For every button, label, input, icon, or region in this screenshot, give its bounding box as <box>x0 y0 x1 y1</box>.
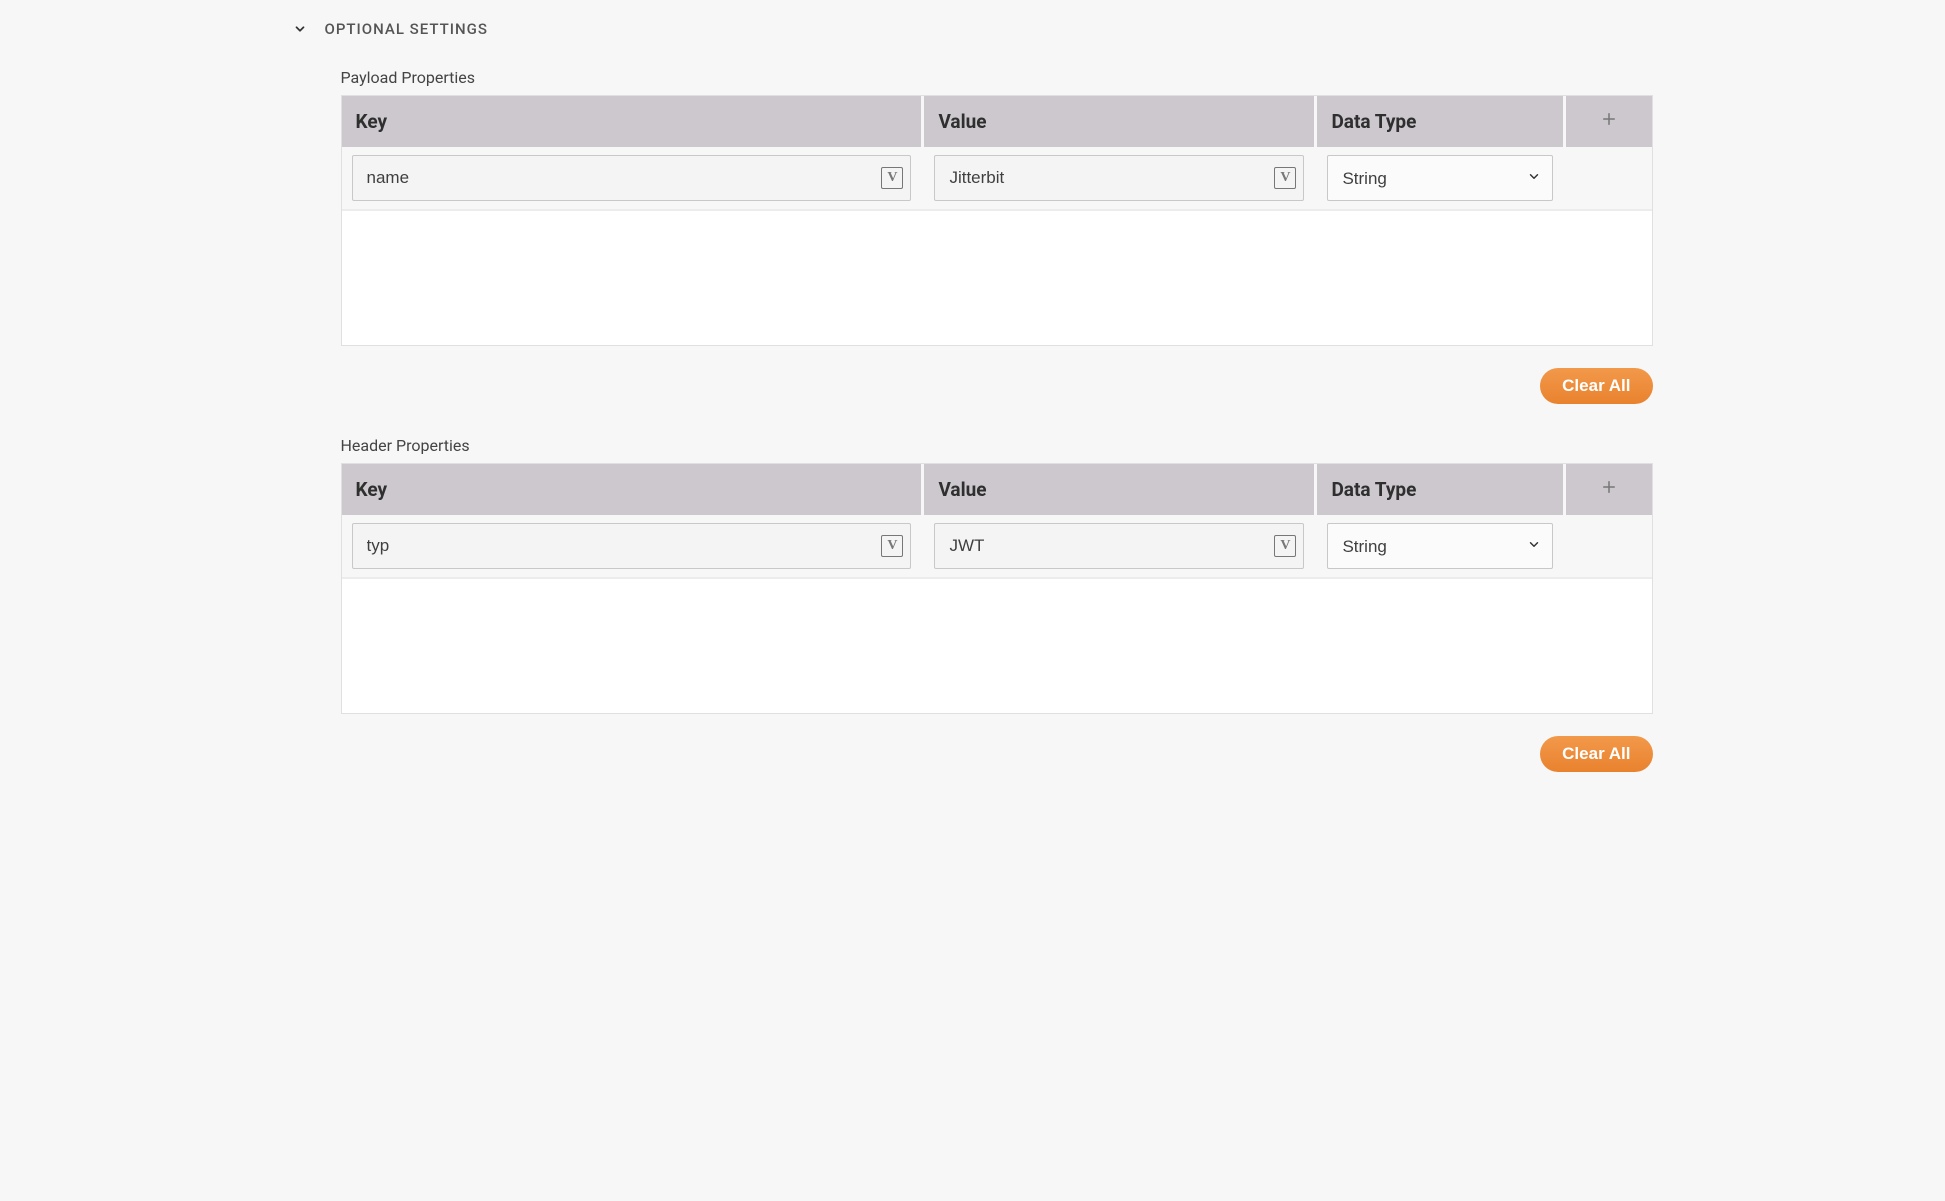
payload-table: Key Value Data Type V <box>341 95 1653 346</box>
header-datatype-select[interactable]: String <box>1327 523 1553 569</box>
variable-icon[interactable]: V <box>1274 535 1296 557</box>
payload-title: Payload Properties <box>341 68 1653 87</box>
payload-datatype-select[interactable]: String <box>1327 155 1553 201</box>
clear-all-payload-button[interactable]: Clear All <box>1540 368 1652 404</box>
variable-icon[interactable]: V <box>881 167 903 189</box>
column-header-type: Data Type <box>1317 464 1566 515</box>
header-value-input[interactable] <box>934 523 1304 569</box>
variable-icon[interactable]: V <box>881 535 903 557</box>
column-header-key: Key <box>342 464 925 515</box>
column-header-type: Data Type <box>1317 96 1566 147</box>
payload-value-input[interactable] <box>934 155 1304 201</box>
payload-table-empty-area <box>342 210 1652 345</box>
payload-key-input[interactable] <box>352 155 912 201</box>
table-row: V V String <box>342 147 1652 210</box>
section-header-label: OPTIONAL SETTINGS <box>325 20 488 38</box>
plus-icon <box>1600 478 1618 501</box>
header-key-input[interactable] <box>352 523 912 569</box>
add-header-row-button[interactable] <box>1566 464 1651 515</box>
variable-icon[interactable]: V <box>1274 167 1296 189</box>
headerprops-title: Header Properties <box>341 436 1653 455</box>
optional-settings-toggle[interactable]: OPTIONAL SETTINGS <box>293 20 1653 38</box>
header-table-header: Key Value Data Type <box>342 464 1652 515</box>
clear-all-header-button[interactable]: Clear All <box>1540 736 1652 772</box>
payload-table-header: Key Value Data Type <box>342 96 1652 147</box>
header-properties-section: Header Properties Key Value Data Type <box>341 436 1653 772</box>
header-table-empty-area <box>342 578 1652 713</box>
chevron-down-icon <box>293 22 307 36</box>
payload-properties-section: Payload Properties Key Value Data Type <box>341 68 1653 404</box>
column-header-value: Value <box>924 464 1317 515</box>
add-payload-row-button[interactable] <box>1566 96 1651 147</box>
table-row: V V String <box>342 515 1652 578</box>
column-header-value: Value <box>924 96 1317 147</box>
plus-icon <box>1600 110 1618 133</box>
column-header-key: Key <box>342 96 925 147</box>
header-table: Key Value Data Type V <box>341 463 1653 714</box>
